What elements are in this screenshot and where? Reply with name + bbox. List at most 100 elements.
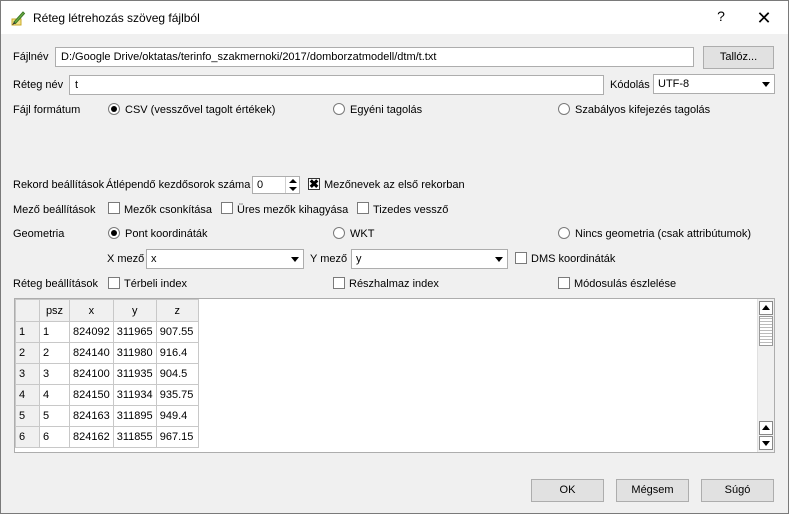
table-cell: 949.4 — [155, 405, 199, 427]
format-regex-label[interactable]: Szabályos kifejezés tagolás — [575, 103, 710, 117]
table-row[interactable]: 6 6 824162 311855 967.15 — [15, 426, 199, 448]
row-header[interactable]: 2 — [15, 342, 40, 364]
table-cell: 311934 — [112, 384, 157, 406]
help-button[interactable]: Súgó — [701, 479, 774, 502]
x-field-select[interactable]: x — [146, 249, 304, 269]
layer-text-icon — [11, 11, 26, 26]
file-name-input[interactable]: D:/Google Drive/oktatas/terinfo_szakmern… — [55, 47, 694, 67]
table-cell: 824100 — [69, 363, 114, 385]
chevron-down-icon — [758, 75, 774, 93]
subset-index-label[interactable]: Részhalmaz index — [349, 277, 439, 291]
subset-index-checkbox[interactable] — [333, 277, 345, 289]
skip-lines-value: 0 — [257, 179, 264, 191]
row-header[interactable]: 6 — [15, 426, 40, 448]
row-header[interactable]: 4 — [15, 384, 40, 406]
table-cell: 824092 — [69, 321, 114, 343]
table-cell: 311895 — [112, 405, 157, 427]
geometry-none-radio[interactable] — [558, 227, 570, 239]
geometry-wkt-radio[interactable] — [333, 227, 345, 239]
x-field-label: X mező — [107, 253, 145, 265]
record-settings-label: Rekord beállítások — [13, 179, 105, 191]
row-header[interactable]: 5 — [15, 405, 40, 427]
column-header[interactable]: z — [155, 299, 199, 322]
scroll-thumb[interactable] — [759, 316, 773, 346]
decimal-comma-checkbox[interactable] — [357, 202, 369, 214]
column-header[interactable]: x — [69, 299, 114, 322]
table-cell: 824163 — [69, 405, 114, 427]
chevron-down-icon — [287, 250, 303, 268]
y-field-label: Y mező — [310, 253, 348, 265]
close-icon[interactable]: ✕ — [753, 7, 775, 29]
y-field-select[interactable]: y — [351, 249, 508, 269]
table-cell: 824140 — [69, 342, 114, 364]
table-cell: 311965 — [112, 321, 157, 343]
browse-button[interactable]: Tallóz... — [703, 46, 774, 69]
field-settings-label: Mező beállítások — [13, 204, 96, 216]
dialog-window: Réteg létrehozás szöveg fájlból ? ✕ Fájl… — [0, 0, 789, 514]
corner-header — [15, 299, 40, 322]
cancel-button[interactable]: Mégsem — [616, 479, 689, 502]
trim-fields-checkbox[interactable] — [108, 202, 120, 214]
spin-arrows-icon[interactable] — [285, 177, 299, 193]
table-cell: 4 — [39, 384, 70, 406]
scroll-up-icon[interactable] — [759, 421, 773, 435]
row-header[interactable]: 1 — [15, 321, 40, 343]
scroll-up-icon[interactable] — [759, 301, 773, 315]
dms-label[interactable]: DMS koordináták — [531, 252, 615, 266]
preview-table[interactable]: psz x y z 1 1 824092 311965 907.55 2 2 8 — [14, 298, 775, 453]
table-cell: 824162 — [69, 426, 114, 448]
table-header-row: psz x y z — [15, 299, 199, 322]
table-row[interactable]: 2 2 824140 311980 916.4 — [15, 342, 199, 364]
geometry-wkt-label[interactable]: WKT — [350, 227, 374, 241]
watch-file-label[interactable]: Módosulás észlelése — [574, 277, 676, 291]
skip-empty-label[interactable]: Üres mezők kihagyása — [237, 203, 348, 217]
spatial-index-checkbox[interactable] — [108, 277, 120, 289]
table-row[interactable]: 4 4 824150 311934 935.75 — [15, 384, 199, 406]
ok-button[interactable]: OK — [531, 479, 604, 502]
scroll-down-icon[interactable] — [759, 436, 773, 450]
title-bar: Réteg létrehozás szöveg fájlból ? ✕ — [1, 1, 788, 34]
layer-settings-label: Réteg beállítások — [13, 278, 98, 290]
skip-lines-label: Átlépendő kezdősorok száma — [106, 179, 251, 191]
watch-file-checkbox[interactable] — [558, 277, 570, 289]
table-row[interactable]: 3 3 824100 311935 904.5 — [15, 363, 199, 385]
geometry-point-label[interactable]: Pont koordináták — [125, 227, 208, 241]
spatial-index-label[interactable]: Térbeli index — [124, 277, 187, 291]
table-cell: 311980 — [112, 342, 157, 364]
format-csv-label[interactable]: CSV (vesszővel tagolt értékek) — [125, 103, 275, 117]
layer-name-label: Réteg név — [13, 79, 64, 91]
header-checkbox[interactable]: ✖ — [308, 177, 320, 191]
header-checkbox-label[interactable]: Mezőnevek az első rekorban — [324, 178, 465, 192]
x-field-value: x — [151, 253, 157, 265]
trim-fields-label[interactable]: Mezők csonkítása — [124, 203, 212, 217]
column-header[interactable]: psz — [39, 299, 70, 322]
row-header[interactable]: 3 — [15, 363, 40, 385]
skip-empty-checkbox[interactable] — [221, 202, 233, 214]
skip-lines-spinbox[interactable]: 0 — [252, 176, 300, 194]
table-cell: 916.4 — [155, 342, 199, 364]
help-icon[interactable]: ? — [711, 8, 731, 28]
dms-checkbox[interactable] — [515, 252, 527, 264]
format-custom-label[interactable]: Egyéni tagolás — [350, 103, 422, 117]
table-row[interactable]: 1 1 824092 311965 907.55 — [15, 321, 199, 343]
column-header[interactable]: y — [112, 299, 157, 322]
table-cell: 907.55 — [155, 321, 199, 343]
geometry-label: Geometria — [13, 228, 65, 240]
checkmark-icon: ✖ — [309, 177, 320, 191]
decimal-comma-label[interactable]: Tizedes vessző — [373, 203, 448, 217]
geometry-point-radio[interactable] — [108, 227, 120, 239]
table-cell: 824150 — [69, 384, 114, 406]
encoding-select[interactable]: UTF-8 — [653, 74, 775, 94]
format-regex-radio[interactable] — [558, 103, 570, 115]
table-cell: 1 — [39, 321, 70, 343]
format-csv-radio[interactable] — [108, 103, 120, 115]
geometry-none-label[interactable]: Nincs geometria (csak attribútumok) — [575, 227, 751, 241]
vertical-scrollbar[interactable] — [757, 299, 774, 452]
y-field-value: y — [356, 253, 362, 265]
table-row[interactable]: 5 5 824163 311895 949.4 — [15, 405, 199, 427]
table-cell: 3 — [39, 363, 70, 385]
format-custom-radio[interactable] — [333, 103, 345, 115]
layer-name-input[interactable]: t — [69, 75, 604, 95]
table-cell: 935.75 — [155, 384, 199, 406]
file-name-label: Fájlnév — [13, 51, 49, 63]
